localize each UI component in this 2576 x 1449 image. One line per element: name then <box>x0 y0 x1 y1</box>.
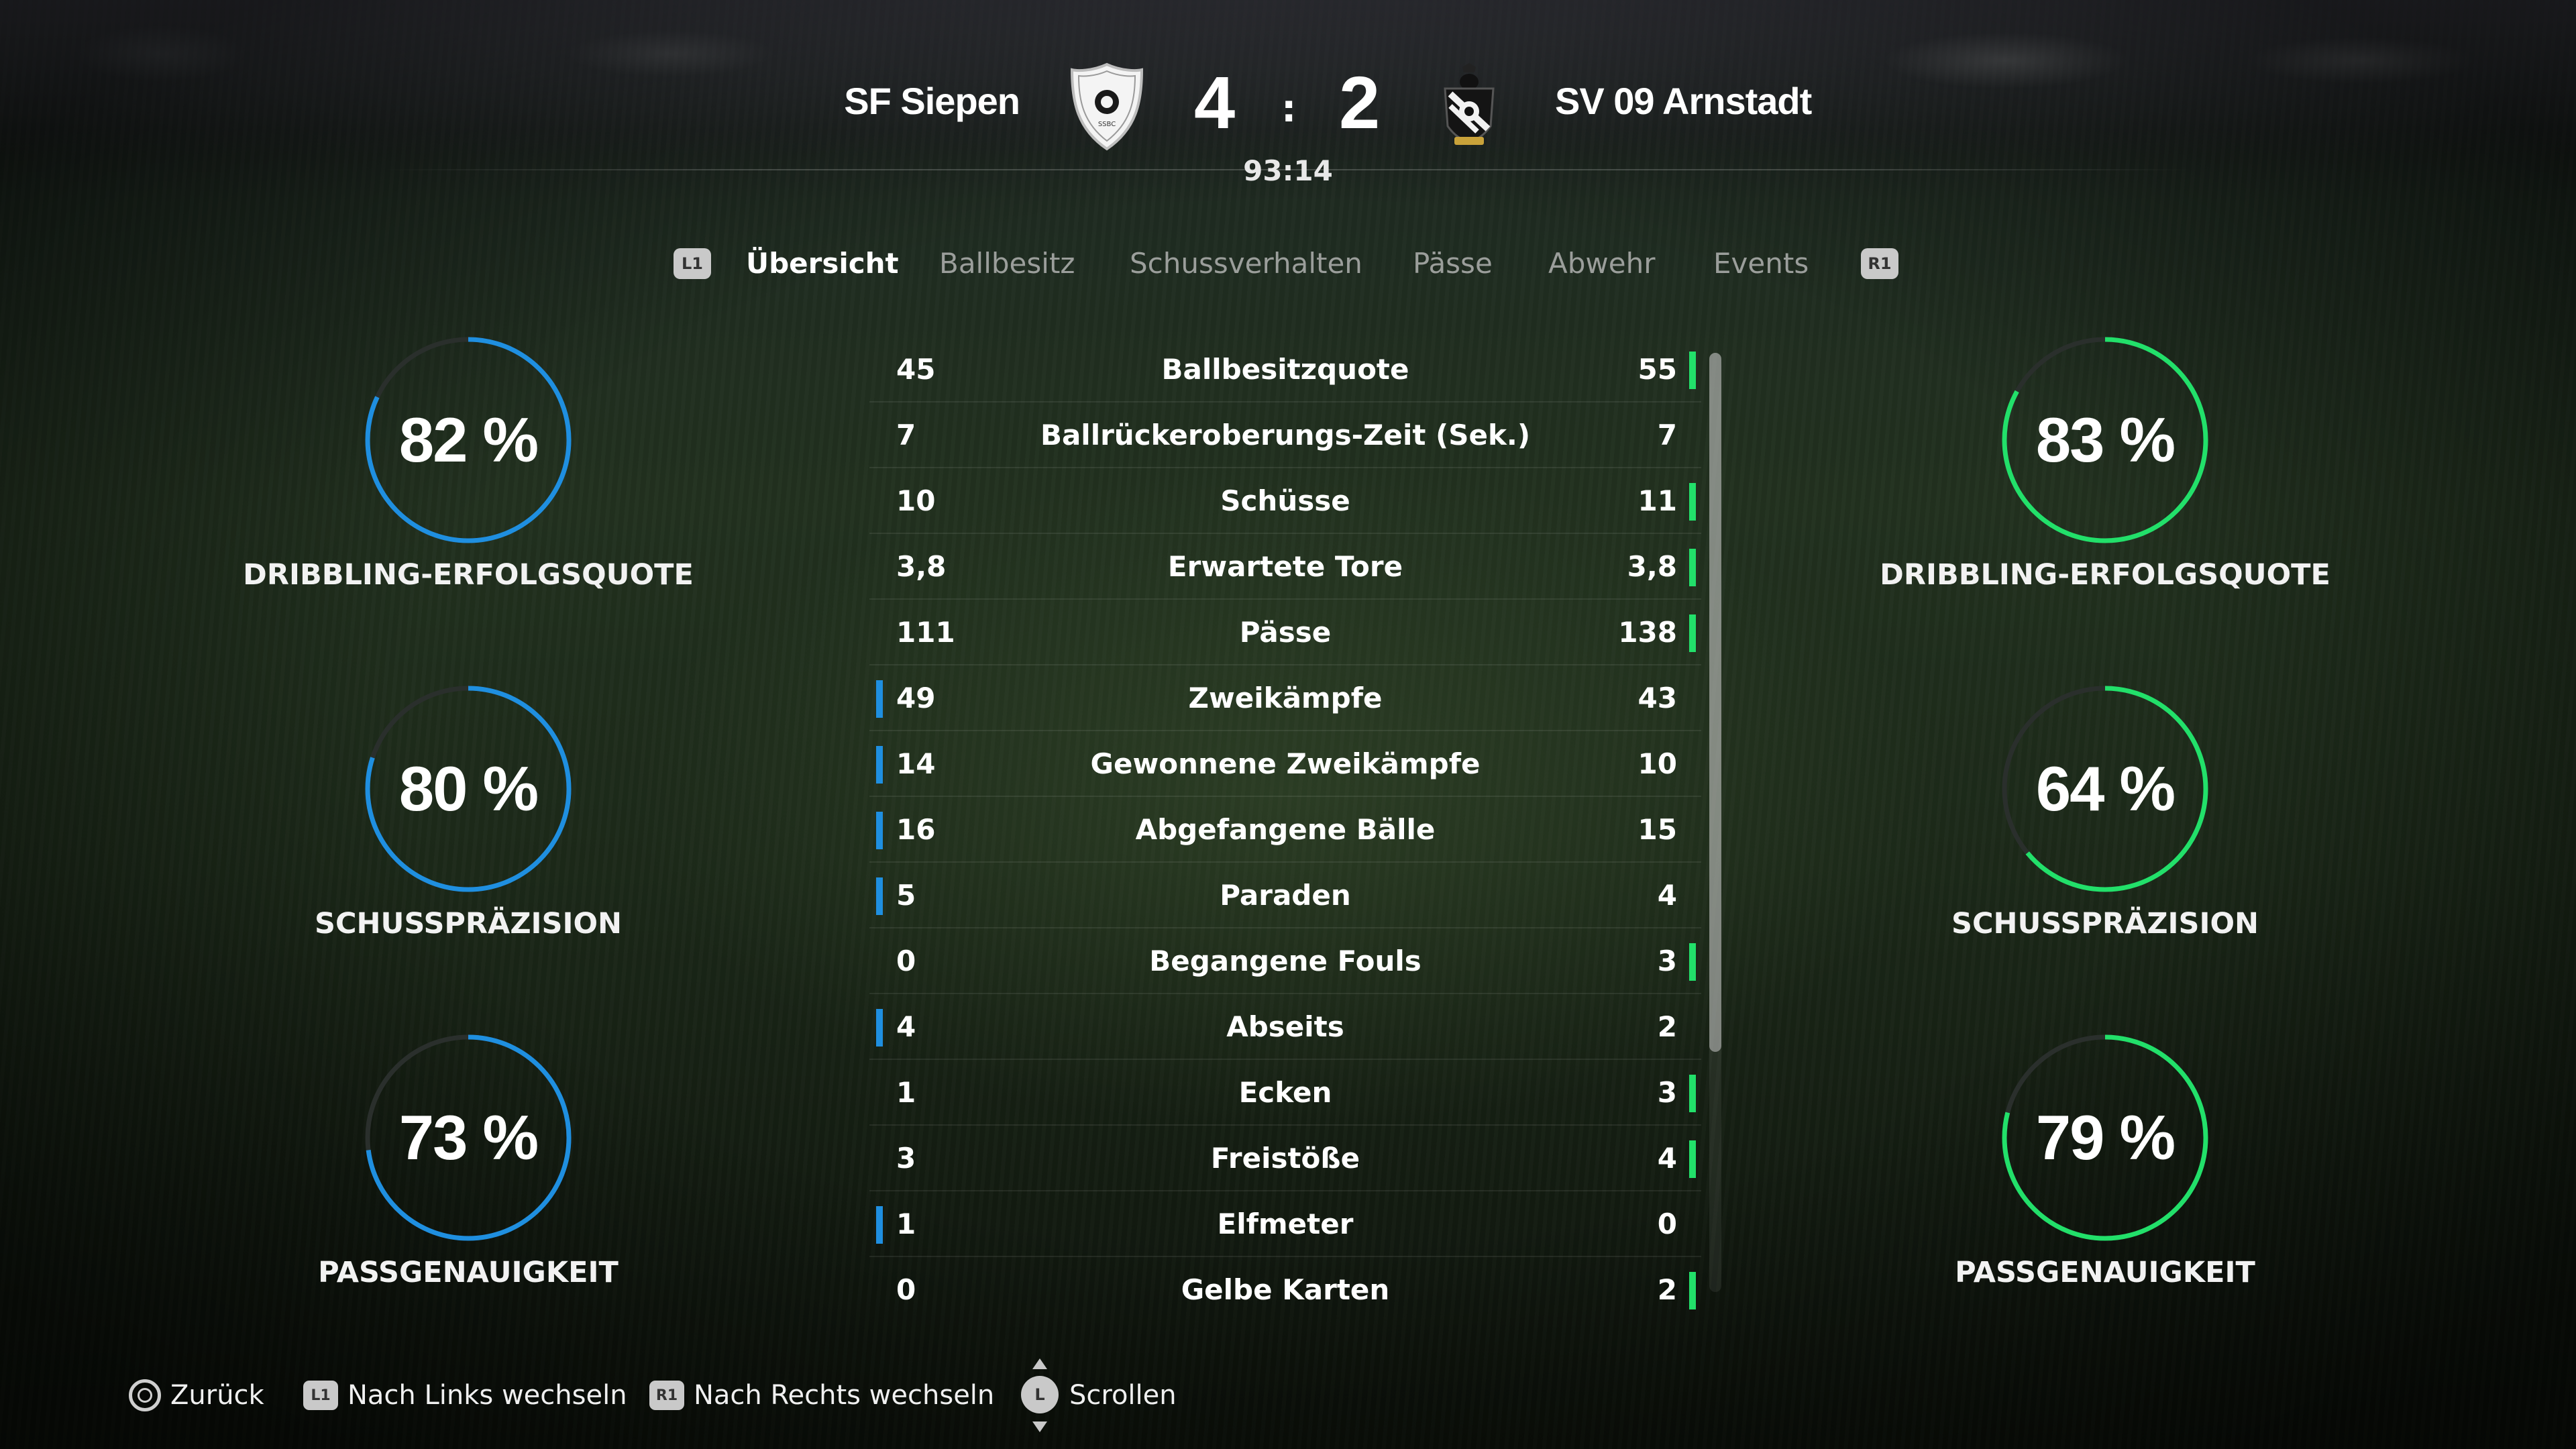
match-clock: 93:14 <box>1243 154 1333 187</box>
away-ring-shot-accuracy: 64 % <box>1998 682 2212 896</box>
ring-label: PASSGENAUIGKEIT <box>318 1256 619 1289</box>
stat-label: Zweikämpfe <box>1188 682 1383 714</box>
circle-button-icon <box>129 1379 161 1411</box>
stat-label: Pässe <box>1239 616 1332 649</box>
away-stat-value: 138 <box>1618 616 1677 649</box>
r1-button-icon[interactable]: R1 <box>1861 248 1898 279</box>
ring-label: PASSGENAUIGKEIT <box>1955 1256 2255 1289</box>
away-score: 2 <box>1339 62 1381 144</box>
stat-row: 49 Zweikämpfe 43 <box>869 665 1701 731</box>
away-stat-value: 0 <box>1657 1208 1677 1240</box>
stat-row: 1 Ecken 3 <box>869 1060 1701 1126</box>
back-label: Zurück <box>170 1380 264 1411</box>
away-stat-value: 43 <box>1638 682 1677 714</box>
tab-abwehr[interactable]: Abwehr <box>1548 247 1655 280</box>
away-stat-value: 4 <box>1657 1142 1677 1175</box>
away-stat-value: 3 <box>1657 945 1677 977</box>
left-stick-icon: L <box>1020 1358 1060 1432</box>
away-stat-value: 4 <box>1657 879 1677 912</box>
away-stat-value: 7 <box>1657 419 1677 451</box>
stat-label: Elfmeter <box>1217 1208 1354 1240</box>
home-ring-pass-accuracy: 73 % <box>361 1030 576 1245</box>
stat-label: Paraden <box>1220 879 1351 912</box>
stat-row: 4 Abseits 2 <box>869 994 1701 1060</box>
stat-label: Gewonnene Zweikämpfe <box>1090 747 1481 780</box>
home-team-name: SF Siepen <box>844 80 1020 122</box>
footer-scroll[interactable]: L Scrollen <box>1020 1356 1177 1434</box>
r1-button-icon: R1 <box>649 1381 684 1410</box>
stat-label: Schüsse <box>1220 484 1350 517</box>
away-stat-value: 3 <box>1657 1076 1677 1109</box>
away-ring-pass-accuracy: 79 % <box>1998 1030 2212 1245</box>
stat-label: Ecken <box>1238 1076 1332 1109</box>
stat-row: 111 Pässe 138 <box>869 600 1701 665</box>
stats-scrollbar[interactable] <box>1709 353 1721 1292</box>
stat-row: 14 Gewonnene Zweikämpfe 10 <box>869 731 1701 797</box>
home-ring-dribbling: 82 % <box>361 333 576 547</box>
tab-ballbesitz[interactable]: Ballbesitz <box>939 247 1075 280</box>
footer-switch-right[interactable]: R1 Nach Rechts wechseln <box>649 1375 994 1415</box>
away-ring-dribbling: 83 % <box>1998 333 2212 547</box>
home-crest-icon: SSBC <box>1068 62 1146 152</box>
ring-value: 83 % <box>2035 405 2176 475</box>
footer-back[interactable]: Zurück <box>129 1375 264 1415</box>
ring-label: SCHUSSPRÄZISION <box>314 907 623 941</box>
l1-button-icon: L1 <box>303 1381 338 1410</box>
tab-uebersicht[interactable]: Übersicht <box>746 247 899 280</box>
stat-label: Gelbe Karten <box>1181 1273 1390 1306</box>
away-team-name: SV 09 Arnstadt <box>1555 80 1812 122</box>
stat-row: 0 Gelbe Karten 2 <box>869 1257 1701 1323</box>
stat-label: Ballbesitzquote <box>1161 353 1409 386</box>
away-stat-value: 2 <box>1657 1273 1677 1306</box>
ring-value: 79 % <box>2035 1102 2176 1173</box>
stat-label: Ballrückeroberungs-Zeit (Sek.) <box>1040 419 1531 451</box>
ring-label: DRIBBLING-ERFOLGSQUOTE <box>1880 558 2330 592</box>
stat-label: Abgefangene Bälle <box>1135 813 1436 846</box>
stick-label: L <box>1021 1376 1059 1413</box>
scroll-label: Scrollen <box>1069 1380 1177 1411</box>
ring-value: 64 % <box>2035 753 2176 824</box>
score-separator: : <box>1281 87 1297 131</box>
tab-schussverhalten[interactable]: Schussverhalten <box>1130 247 1362 280</box>
stat-row: 1 Elfmeter 0 <box>869 1191 1701 1257</box>
stadium-background <box>0 0 2576 154</box>
ring-label: DRIBBLING-ERFOLGSQUOTE <box>243 558 694 592</box>
switch-left-label: Nach Links wechseln <box>347 1380 627 1411</box>
l1-button-icon[interactable]: L1 <box>674 248 711 279</box>
stat-row: 16 Abgefangene Bälle 15 <box>869 797 1701 863</box>
stat-row: 5 Paraden 4 <box>869 863 1701 928</box>
ring-value: 82 % <box>398 405 539 475</box>
stat-label: Abseits <box>1226 1010 1344 1043</box>
home-score: 4 <box>1194 62 1236 144</box>
away-stat-value: 15 <box>1638 813 1677 846</box>
stat-label: Erwartete Tore <box>1167 550 1403 583</box>
away-stat-value: 3,8 <box>1627 550 1677 583</box>
stat-label: Freistöße <box>1210 1142 1360 1175</box>
tab-bar: L1 Übersicht Ballbesitz Schussverhalten … <box>0 247 2576 301</box>
footer-switch-left[interactable]: L1 Nach Links wechseln <box>303 1375 627 1415</box>
stat-row: 3 Freistöße 4 <box>869 1126 1701 1191</box>
switch-right-label: Nach Rechts wechseln <box>694 1380 995 1411</box>
stat-row: 3,8 Erwartete Tore 3,8 <box>869 534 1701 600</box>
tab-events[interactable]: Events <box>1713 247 1809 280</box>
away-stat-value: 10 <box>1638 747 1677 780</box>
away-stat-value: 55 <box>1638 353 1677 386</box>
stats-table[interactable]: 45 Ballbesitzquote 55 7 Ballrückeroberungs-Z… <box>869 337 1701 1309</box>
scrollbar-thumb[interactable] <box>1709 353 1721 1052</box>
home-ring-shot-accuracy: 80 % <box>361 682 576 896</box>
away-crest-icon <box>1430 62 1508 152</box>
stat-row: 7 Ballrückeroberungs-Zeit (Sek.) 7 <box>869 402 1701 468</box>
away-stat-value: 11 <box>1638 484 1677 517</box>
stat-row: 0 Begangene Fouls 3 <box>869 928 1701 994</box>
stat-row: 10 Schüsse 11 <box>869 468 1701 534</box>
ring-value: 73 % <box>398 1102 539 1173</box>
ring-value: 80 % <box>398 753 539 824</box>
stat-label: Begangene Fouls <box>1149 945 1421 977</box>
away-stat-value: 2 <box>1657 1010 1677 1043</box>
stat-row: 45 Ballbesitzquote 55 <box>869 337 1701 402</box>
tab-paesse[interactable]: Pässe <box>1413 247 1493 280</box>
ring-label: SCHUSSPRÄZISION <box>1951 907 2259 941</box>
svg-text:SSBC: SSBC <box>1098 121 1116 128</box>
